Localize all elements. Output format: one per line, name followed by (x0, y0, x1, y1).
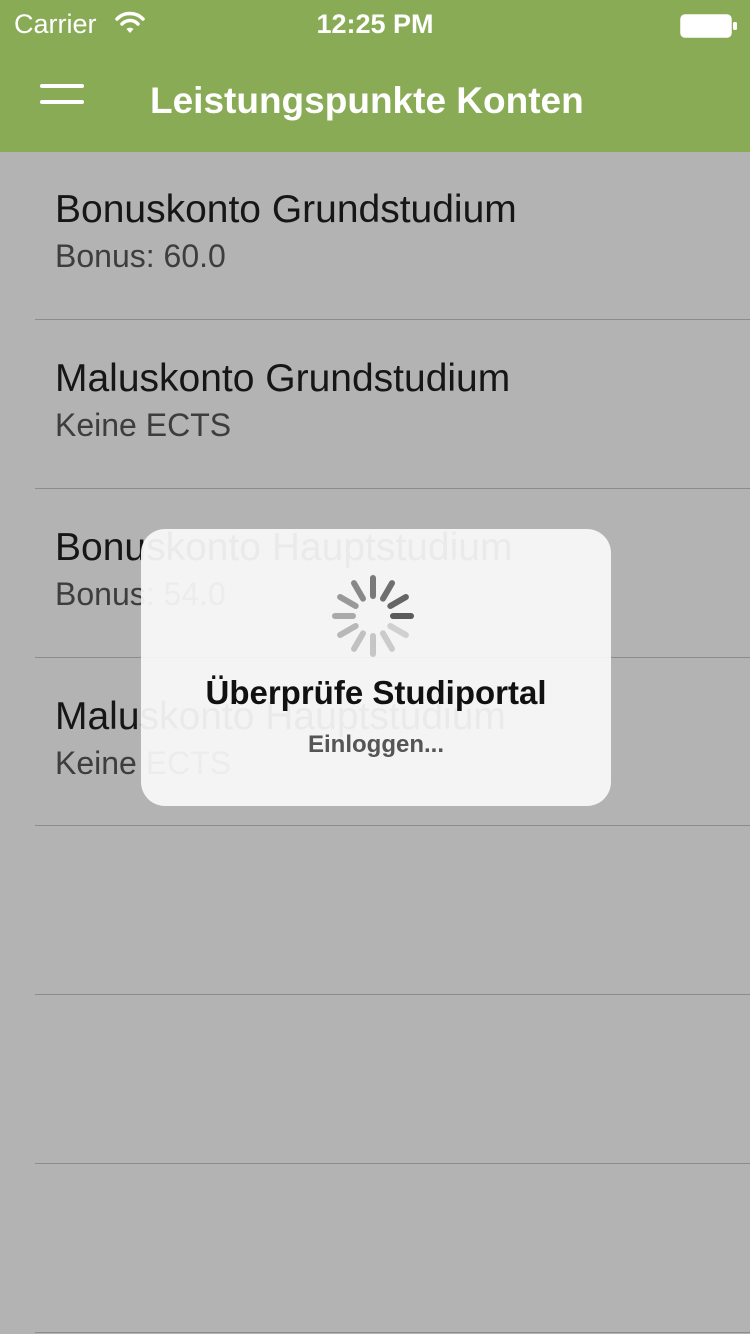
activity-spinner-icon (332, 575, 414, 657)
list-item-bonus-grundstudium[interactable]: Bonuskonto Grundstudium Bonus: 60.0 (0, 152, 750, 320)
clock: 12:25 PM (316, 9, 434, 39)
row-separator (35, 1163, 750, 1164)
list-item-subtitle: Keine ECTS (55, 407, 232, 443)
row-separator (35, 1332, 750, 1333)
row-separator (35, 319, 750, 320)
battery-full-icon (680, 14, 737, 38)
page-title: Leistungspunkte Konten (150, 80, 584, 121)
hamburger-menu-icon[interactable] (40, 80, 86, 120)
list-item-subtitle: Bonus: 60.0 (55, 238, 226, 274)
list-item-title: Maluskonto Grundstudium (55, 357, 511, 400)
hud-subtitle: Einloggen... (308, 731, 444, 758)
row-separator (35, 994, 750, 995)
hud-title: Überprüfe Studiportal (205, 674, 547, 711)
list-item-malus-grundstudium[interactable]: Maluskonto Grundstudium Keine ECTS (0, 321, 750, 489)
list-item-title: Bonuskonto Grundstudium (55, 188, 517, 231)
row-separator (35, 825, 750, 826)
status-bar: Carrier 12:25 PM (0, 0, 750, 50)
row-separator (35, 488, 750, 489)
navigation-bar: Leistungspunkte Konten (0, 50, 750, 152)
